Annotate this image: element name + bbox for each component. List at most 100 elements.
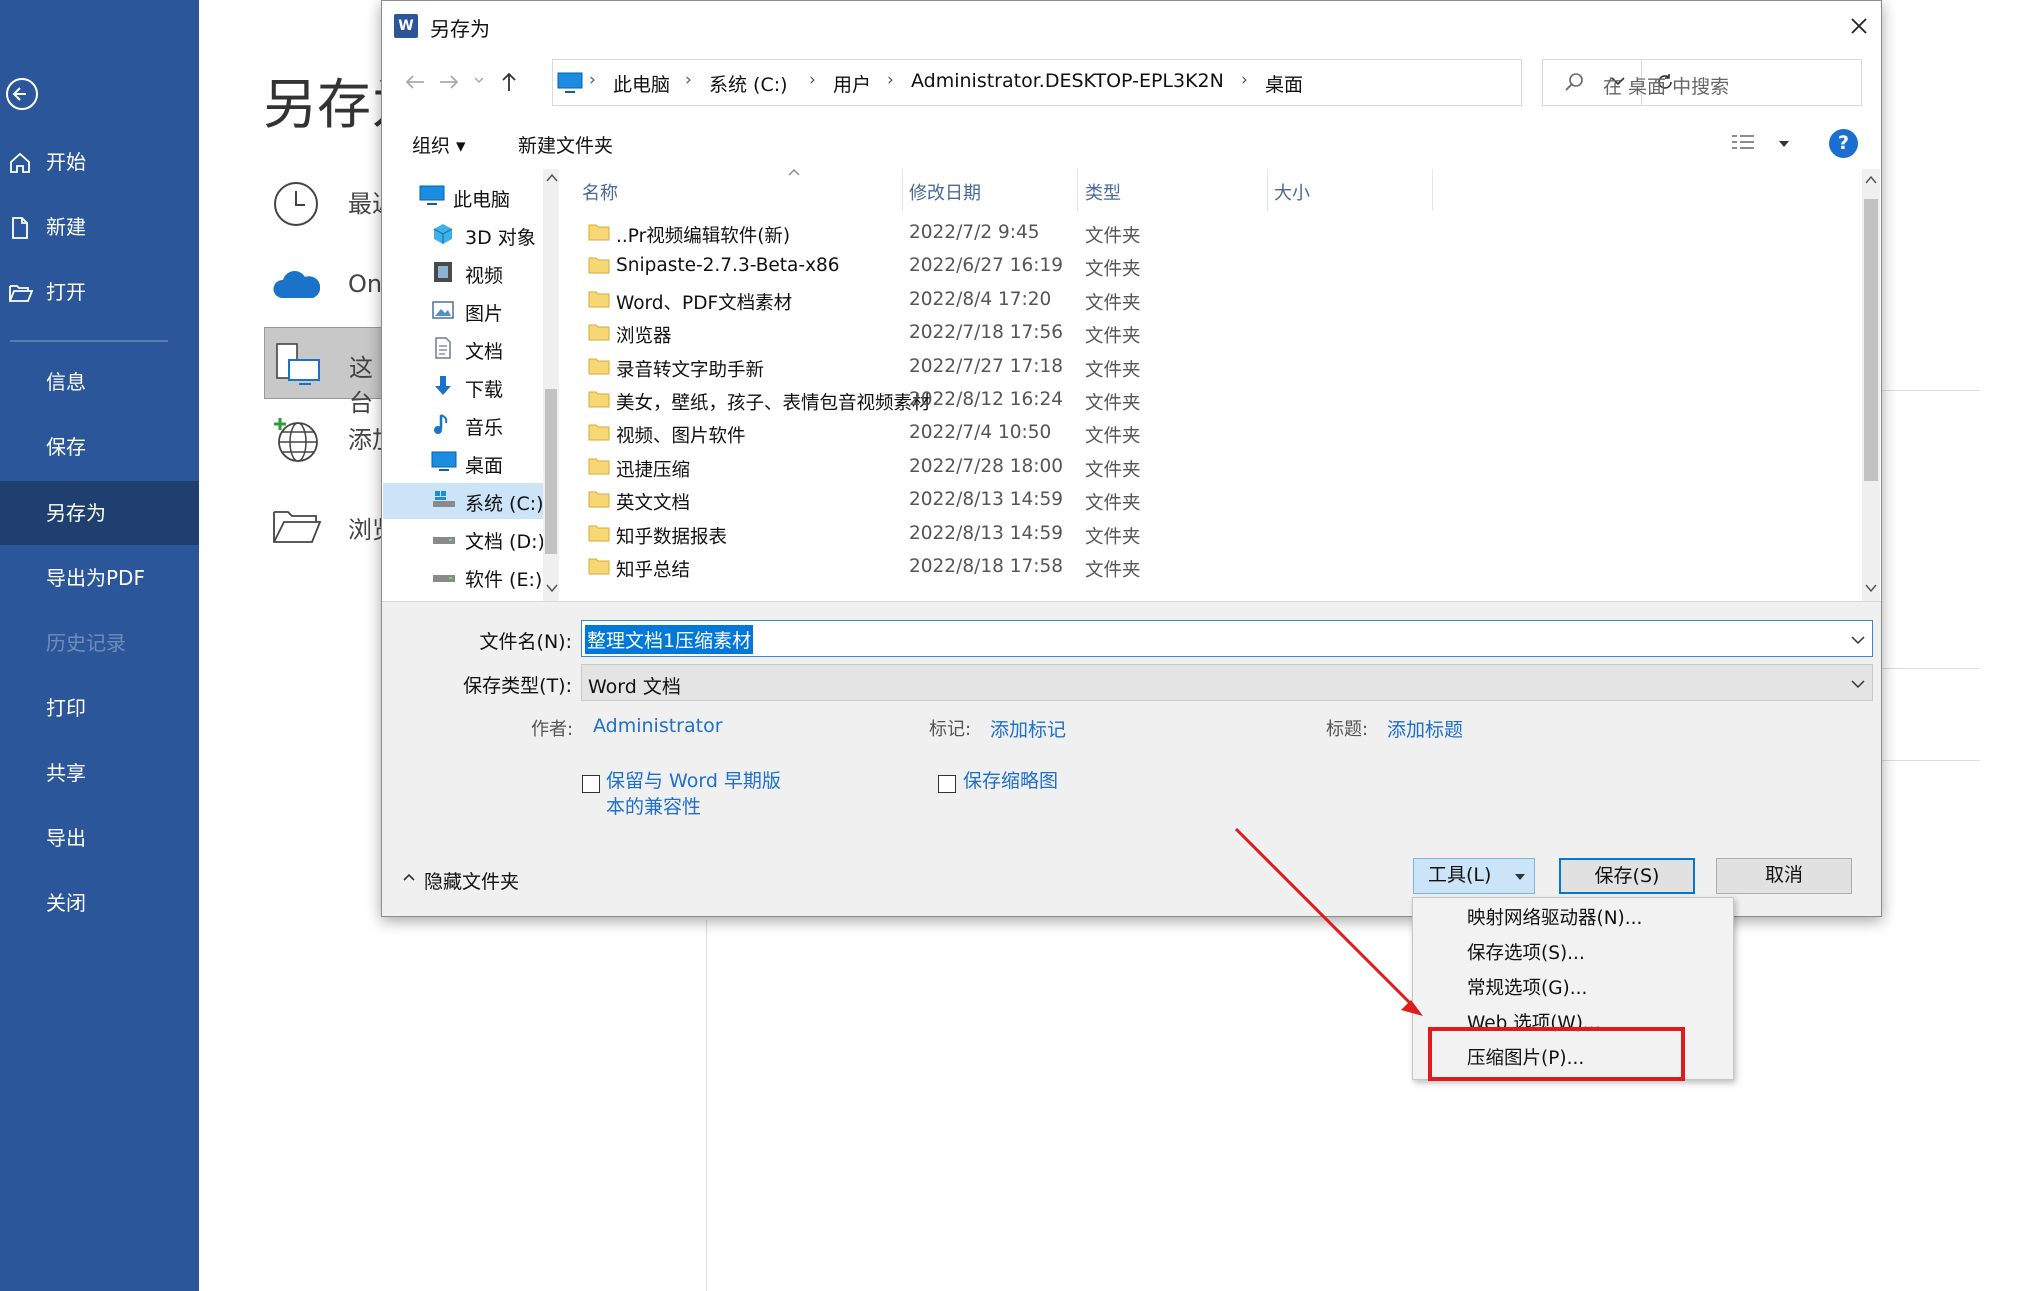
menu-item-general-options[interactable]: 常规选项(G)... [1467, 974, 1587, 1000]
nav-label: 历史记录 [46, 631, 126, 655]
file-row[interactable]: 迅捷压缩 2022/7/28 18:00 文件夹 [562, 451, 1822, 484]
tree-item-pictures[interactable]: 图片 [431, 293, 558, 329]
nav-open[interactable]: 打开 [0, 260, 199, 324]
column-separator[interactable] [902, 169, 903, 211]
breadcrumb-desktop[interactable]: 桌面 [1265, 70, 1303, 97]
compat-label-line1[interactable]: 保留与 Word 早期版 [606, 768, 781, 794]
scroll-up-icon[interactable] [546, 173, 558, 183]
nav-new[interactable]: 新建 [0, 195, 199, 259]
thumbnail-label[interactable]: 保存缩略图 [963, 768, 1058, 794]
organize-button[interactable]: 组织 ▾ [412, 131, 466, 158]
address-bar[interactable]: › 此电脑 › 系统 (C:) › 用户 › Administrator.DES… [552, 59, 1672, 106]
nav-close[interactable]: 关闭 [0, 871, 199, 935]
tags-value[interactable]: 添加标记 [990, 715, 1066, 742]
chevron-down-icon[interactable] [1778, 139, 1790, 149]
filename-field[interactable]: 整理文档1压缩素材 [581, 620, 1873, 657]
place-browse[interactable]: 浏览 [272, 498, 396, 558]
column-separator[interactable] [1077, 169, 1078, 211]
nav-pane-scroll-thumb[interactable] [545, 389, 557, 554]
compat-checkbox[interactable] [582, 775, 600, 793]
file-list-scroll-thumb[interactable] [1864, 199, 1878, 481]
nav-share[interactable]: 共享 [0, 741, 199, 805]
column-separator[interactable] [1267, 169, 1268, 211]
menu-item-map-network-drive[interactable]: 映射网络驱动器(N)... [1467, 904, 1642, 930]
music-icon [431, 412, 455, 436]
view-options-icon[interactable] [1730, 132, 1758, 154]
tree-item-music[interactable]: 音乐 [431, 407, 558, 443]
column-header-date[interactable]: 修改日期 [909, 179, 981, 205]
forward-arrow-icon[interactable] [436, 69, 462, 95]
place-add[interactable]: 添加 [272, 408, 396, 468]
breadcrumb-this-pc[interactable]: 此电脑 [613, 70, 670, 97]
file-row[interactable]: 浏览器 2022/7/18 17:56 文件夹 [562, 317, 1822, 350]
chevron-down-icon[interactable] [1850, 633, 1866, 647]
tree-item-desktop[interactable]: 桌面 [431, 445, 558, 481]
nav-home[interactable]: 开始 [0, 130, 199, 194]
file-row[interactable]: 视频、图片软件 2022/7/4 10:50 文件夹 [562, 417, 1822, 450]
file-row[interactable]: 美女，壁纸，孩子、表情包音视频素材 2022/8/12 16:24 文件夹 [562, 384, 1822, 417]
nav-print[interactable]: 打印 [0, 676, 199, 740]
tree-item-3d-objects[interactable]: 3D 对象 [431, 217, 558, 253]
drive-c-icon [431, 488, 457, 510]
tree-item-downloads[interactable]: 下载 [431, 369, 558, 405]
tree-item-documents[interactable]: 文档 [431, 331, 558, 367]
place-onedrive[interactable]: On [272, 258, 392, 318]
file-row[interactable]: Word、PDF文档素材 2022/8/4 17:20 文件夹 [562, 284, 1822, 317]
help-icon[interactable]: ? [1829, 129, 1858, 158]
place-recent[interactable]: 最近 [272, 172, 396, 232]
file-row[interactable]: Snipaste-2.7.3-Beta-x86 2022/6/27 16:19 文件… [562, 250, 1822, 283]
place-this-pc[interactable]: 这台 [264, 327, 384, 417]
file-row[interactable]: ..Pr视频编辑软件(新) 2022/7/2 9:45 文件夹 [562, 217, 1822, 250]
scroll-down-icon[interactable] [546, 583, 558, 593]
dialog-titlebar[interactable]: W 另存为 [382, 1, 1881, 49]
nav-save[interactable]: 保存 [0, 415, 199, 479]
home-icon [8, 151, 32, 175]
tools-button[interactable]: 工具(L) [1413, 858, 1535, 894]
this-pc-icon [275, 340, 321, 386]
new-folder-button[interactable]: 新建文件夹 [518, 131, 613, 158]
column-header-type[interactable]: 类型 [1085, 179, 1121, 205]
tree-item-drive-c[interactable]: 系统 (C:) [383, 483, 558, 519]
tree-item-drive-d[interactable]: 文档 (D:) [431, 521, 558, 557]
cancel-button[interactable]: 取消 [1716, 858, 1852, 894]
scroll-down-icon[interactable] [1865, 583, 1877, 593]
filename-value: 整理文档1压缩素材 [585, 625, 754, 654]
title-value[interactable]: 添加标题 [1387, 715, 1463, 742]
author-value[interactable]: Administrator [593, 715, 723, 737]
nav-export-pdf[interactable]: 导出为PDF [0, 546, 199, 610]
file-name: Word、PDF文档素材 [616, 292, 793, 314]
breadcrumb-users[interactable]: 用户 [833, 70, 871, 97]
tree-item-this-pc[interactable]: 此电脑 [419, 179, 558, 215]
scroll-up-icon[interactable] [1865, 175, 1877, 185]
chevron-down-icon[interactable] [1850, 677, 1866, 691]
filename-label: 文件名(N): [479, 631, 572, 653]
up-arrow-icon[interactable] [496, 69, 522, 95]
column-header-name[interactable]: 名称 [582, 179, 618, 205]
chevron-up-icon [402, 871, 416, 883]
savetype-select[interactable]: Word 文档 [581, 664, 1873, 701]
compat-label-line2[interactable]: 本的兼容性 [606, 794, 701, 820]
nav-info[interactable]: 信息 [0, 350, 199, 414]
file-row[interactable]: 录音转文字助手新 2022/7/27 17:18 文件夹 [562, 351, 1822, 384]
column-header-size[interactable]: 大小 [1274, 179, 1310, 205]
recent-locations-chevron-icon[interactable] [472, 73, 486, 87]
save-button[interactable]: 保存(S) [1559, 858, 1695, 894]
file-row[interactable]: 英文文档 2022/8/13 14:59 文件夹 [562, 484, 1822, 517]
file-row[interactable]: 知乎数据报表 2022/8/13 14:59 文件夹 [562, 518, 1822, 551]
nav-export[interactable]: 导出 [0, 806, 199, 870]
close-icon[interactable] [1844, 11, 1874, 41]
nav-label: 新建 [46, 215, 86, 239]
file-date: 2022/7/2 9:45 [909, 222, 1040, 243]
column-separator[interactable] [1432, 169, 1433, 211]
breadcrumb-drive-c[interactable]: 系统 (C:) [709, 70, 788, 97]
back-arrow-icon[interactable] [402, 69, 428, 95]
nav-save-as[interactable]: 另存为 [0, 481, 199, 545]
search-input[interactable]: 在 桌面 中搜索 [1542, 59, 1862, 106]
back-arrow-icon[interactable] [4, 76, 40, 112]
file-row[interactable]: 知乎总结 2022/8/18 17:58 文件夹 [562, 551, 1822, 584]
menu-item-save-options[interactable]: 保存选项(S)... [1467, 939, 1585, 965]
tree-item-drive-e[interactable]: 软件 (E:) [431, 559, 558, 595]
tree-item-videos[interactable]: 视频 [431, 255, 558, 291]
thumbnail-checkbox[interactable] [938, 775, 956, 793]
breadcrumb-user-folder[interactable]: Administrator.DESKTOP-EPL3K2N [911, 70, 1224, 92]
